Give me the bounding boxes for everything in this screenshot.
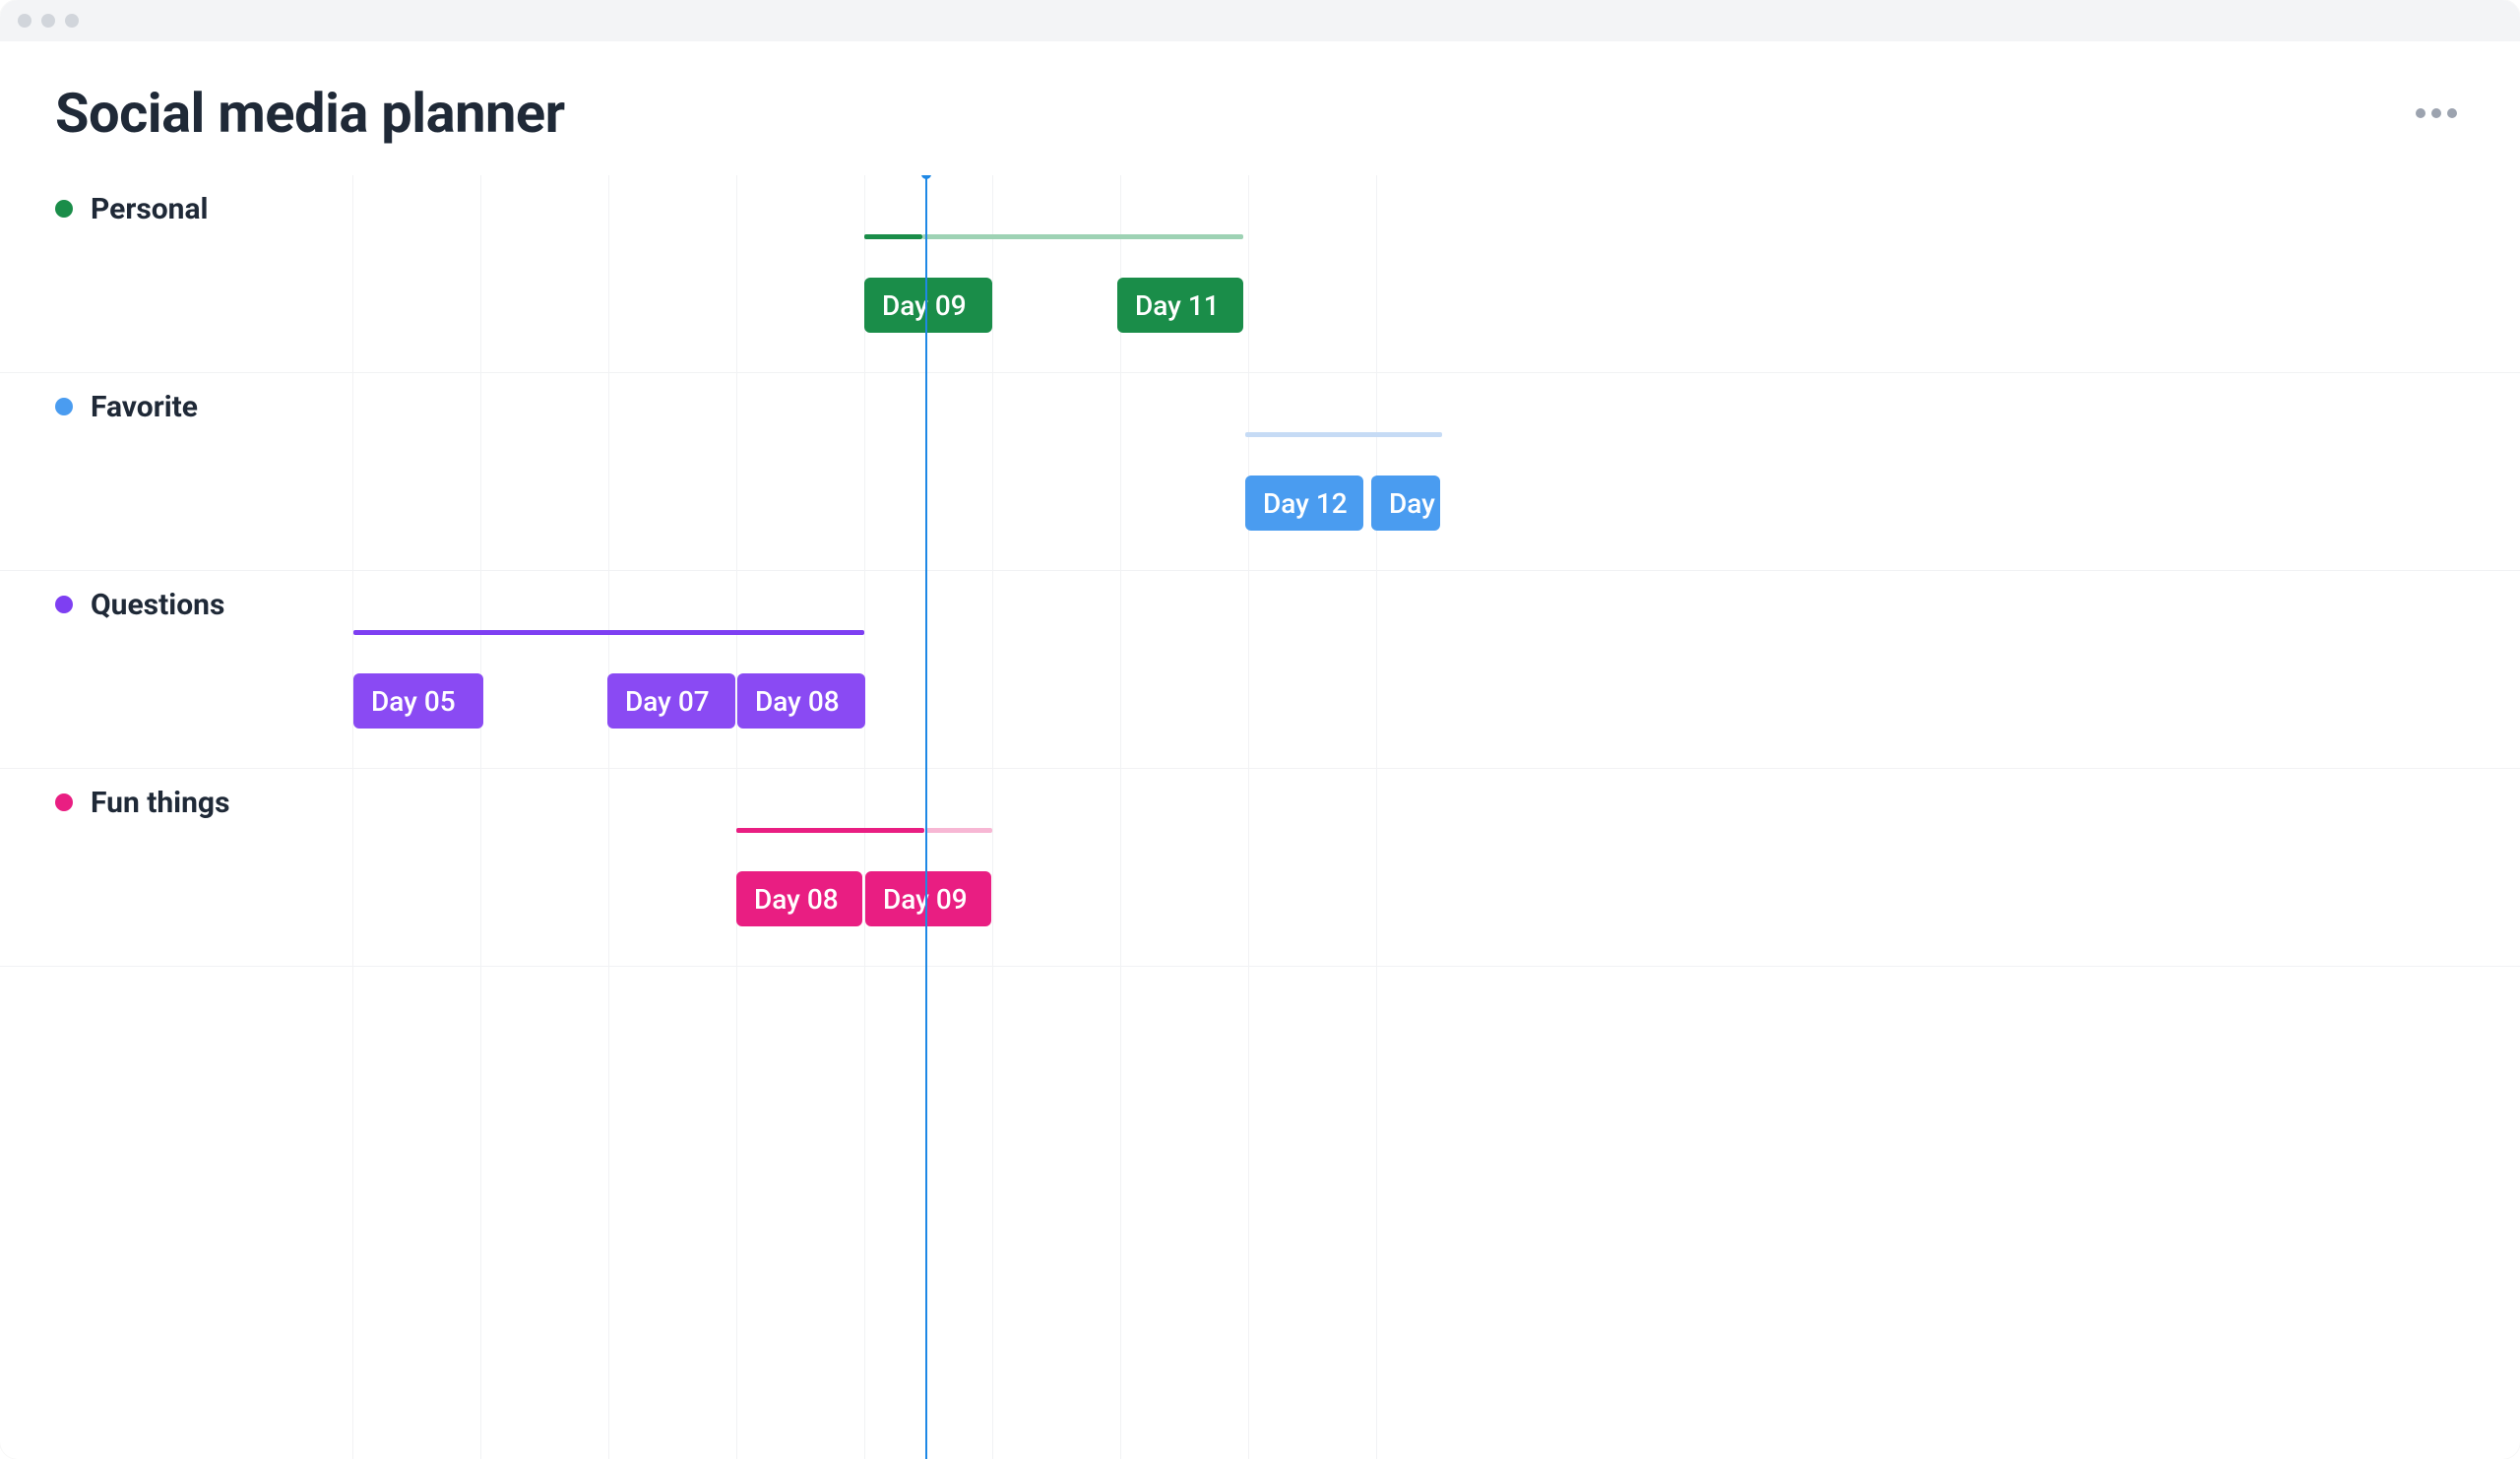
- row-title: Questions: [91, 588, 224, 622]
- row-body: Day 08Day 09: [0, 828, 2520, 966]
- task-chip[interactable]: Day 07: [607, 673, 735, 729]
- row-header[interactable]: Personal: [0, 175, 2520, 234]
- task-chip[interactable]: Day 12: [1245, 476, 1363, 531]
- timeline-area[interactable]: PersonalDay 09Day 11FavoriteDay 12DayQue…: [0, 175, 2520, 1459]
- window-control-close[interactable]: [18, 14, 32, 28]
- row-header[interactable]: Fun things: [0, 769, 2520, 828]
- task-chip[interactable]: Day 11: [1117, 278, 1243, 333]
- category-dot-icon: [55, 793, 73, 811]
- dots-icon: [2431, 108, 2441, 118]
- row-title: Personal: [91, 192, 209, 226]
- more-options-button[interactable]: [2408, 100, 2465, 126]
- page-content: Social media planner Personal Day 09 Day 1…: [0, 41, 2520, 1459]
- current-time-indicator: [925, 175, 927, 1459]
- window-titlebar: [0, 0, 2520, 41]
- task-chip[interactable]: Day: [1371, 476, 1440, 531]
- timeline-row-favorite: Favorite Day 12Day: [0, 373, 2520, 571]
- group-span-bar[interactable]: [864, 234, 922, 239]
- group-span-bar[interactable]: [1245, 432, 1442, 437]
- group-span-bar[interactable]: [925, 828, 992, 833]
- group-span-bar[interactable]: [353, 630, 864, 635]
- page-header: Social media planner: [0, 41, 2520, 175]
- group-span-bar[interactable]: [922, 234, 1243, 239]
- group-span-bar[interactable]: [736, 828, 924, 833]
- dots-icon: [2447, 108, 2457, 118]
- timeline-row-questions: Questions Day 05 Day 07Day 08: [0, 571, 2520, 769]
- row-body: Day 12Day: [0, 432, 2520, 570]
- task-chip[interactable]: Day 08: [737, 673, 865, 729]
- category-dot-icon: [55, 200, 73, 218]
- window-control-minimize[interactable]: [41, 14, 55, 28]
- row-header[interactable]: Favorite: [0, 373, 2520, 432]
- app-window: Social media planner Personal Day 09 Day 1…: [0, 0, 2520, 1459]
- timeline-rows: PersonalDay 09Day 11FavoriteDay 12DayQue…: [0, 175, 2520, 967]
- task-chip[interactable]: Day 09: [864, 278, 992, 333]
- task-chip[interactable]: Day 09: [865, 871, 991, 926]
- row-header[interactable]: Questions: [0, 571, 2520, 630]
- task-chip[interactable]: Day 08: [736, 871, 862, 926]
- row-body: Day 09 Day 11: [0, 234, 2520, 372]
- row-title: Fun things: [91, 786, 229, 820]
- task-chip[interactable]: Day 05: [353, 673, 483, 729]
- category-dot-icon: [55, 596, 73, 613]
- category-dot-icon: [55, 398, 73, 415]
- row-title: Favorite: [91, 390, 198, 424]
- dots-icon: [2416, 108, 2426, 118]
- timeline-row-personal: Personal Day 09 Day 11: [0, 175, 2520, 373]
- row-body: Day 05 Day 07Day 08: [0, 630, 2520, 768]
- page-title: Social media planner: [55, 81, 565, 146]
- window-control-maximize[interactable]: [65, 14, 79, 28]
- timeline-row-fun-things: Fun things Day 08Day 09: [0, 769, 2520, 967]
